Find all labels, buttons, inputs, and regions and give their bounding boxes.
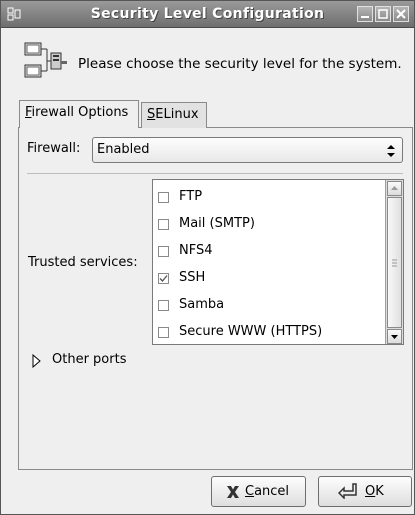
window-title: Security Level Configuration [90, 6, 325, 22]
tab-selinux[interactable]: SELinux [141, 102, 207, 128]
arrow-down-icon [391, 335, 398, 339]
https-checkbox[interactable] [158, 327, 169, 338]
scroll-up-button[interactable] [387, 181, 402, 196]
scrollbar-thumb[interactable] [387, 197, 402, 328]
expander-arrow-icon [32, 354, 41, 368]
dialog-window: Security Level Configuration Please choo… [0, 0, 415, 515]
ok-label: K [375, 484, 384, 499]
service-label: Samba [179, 297, 225, 312]
ok-button[interactable]: OK [318, 476, 412, 507]
tab-firewall-label: irewall Options [31, 105, 129, 120]
separator [27, 173, 403, 174]
title-bar[interactable]: Security Level Configuration [1, 1, 414, 28]
firewall-select[interactable]: Enabled [92, 137, 403, 163]
close-button[interactable] [393, 6, 409, 22]
trusted-services-list[interactable]: FTP Mail (SMTP) NFS4 SSH Samba Secure WW… [152, 179, 404, 345]
check-icon [159, 275, 168, 282]
ok-mnemonic: O [365, 484, 376, 499]
header-description: Please choose the security level for the… [78, 56, 402, 72]
trusted-services-label: Trusted services: [28, 255, 138, 270]
mail-smtp-checkbox[interactable] [158, 219, 169, 230]
cancel-label: ancel [254, 484, 290, 499]
cancel-mnemonic: C [245, 484, 255, 499]
ok-arrow-icon [338, 483, 357, 499]
service-label: Secure WWW (HTTPS) [179, 324, 323, 339]
ssh-checkbox[interactable] [158, 273, 169, 284]
scroll-down-button[interactable] [387, 329, 402, 344]
minimize-button[interactable] [357, 6, 373, 22]
maximize-icon [378, 9, 388, 19]
service-label: FTP [179, 189, 203, 204]
computer-network-icon [24, 42, 67, 78]
vertical-scrollbar[interactable] [385, 180, 403, 344]
minimize-icon [361, 16, 369, 18]
tab-selinux-label: ELinux [155, 107, 199, 122]
tab-firewall-options[interactable]: Firewall Options [19, 100, 139, 128]
cancel-button[interactable]: Cancel [211, 476, 306, 507]
service-label: Mail (SMTP) [179, 216, 255, 231]
nfs4-checkbox[interactable] [158, 246, 169, 257]
arrow-up-icon [391, 186, 398, 190]
maximize-button[interactable] [375, 6, 391, 22]
samba-checkbox[interactable] [158, 300, 169, 311]
firewall-label: Firewall: [27, 141, 81, 156]
service-label: NFS4 [179, 243, 213, 258]
ftp-checkbox[interactable] [158, 192, 169, 203]
service-label: SSH [179, 270, 206, 285]
firewall-select-value: Enabled [97, 142, 150, 157]
grip-icon [392, 259, 397, 267]
cancel-x-icon [227, 486, 239, 498]
updown-arrow-icon [387, 145, 395, 157]
close-icon [396, 9, 406, 19]
other-ports-label: Other ports [52, 352, 127, 367]
